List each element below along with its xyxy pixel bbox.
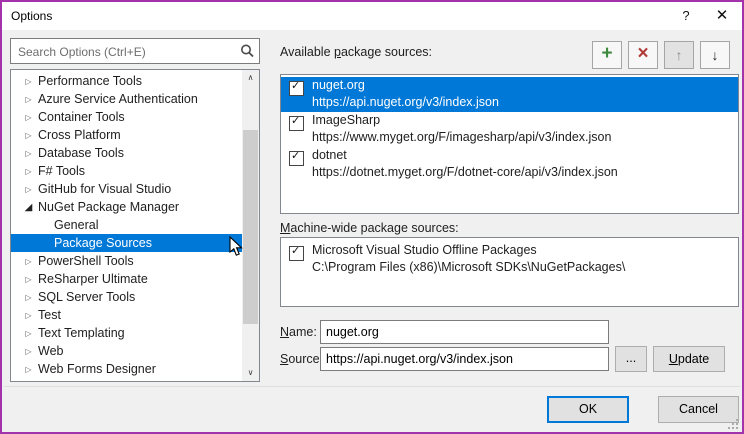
expand-icon[interactable]: ▷	[22, 293, 35, 302]
title-bar: Options ? ✕	[2, 2, 742, 30]
checkbox[interactable]: ✓	[289, 246, 304, 261]
package-sources-list: ✓ nuget.org https://api.nuget.org/v3/ind…	[280, 74, 739, 214]
move-down-button[interactable]: ↓	[700, 41, 730, 69]
arrow-up-icon: ↑	[665, 42, 693, 68]
expand-icon[interactable]: ▷	[22, 257, 35, 266]
options-tree: ▷Performance Tools ▷Azure Service Authen…	[10, 69, 260, 382]
expand-icon[interactable]: ▷	[22, 131, 35, 140]
source-item-imagesharp[interactable]: ✓ ImageSharp https://www.myget.org/F/ima…	[281, 112, 738, 147]
tree-item-web-performance-test-tools[interactable]: ▷Web Performance Test Tools	[11, 378, 259, 382]
scroll-down-icon[interactable]: ∨	[242, 365, 259, 381]
tree-item-general[interactable]: General	[11, 216, 259, 234]
search-box	[10, 38, 260, 64]
source-label: Source:	[280, 352, 323, 366]
close-button[interactable]: ✕	[706, 2, 738, 30]
tree-item-performance-tools[interactable]: ▷Performance Tools	[11, 72, 259, 90]
plus-icon: +	[593, 42, 621, 66]
options-dialog: Options ? ✕ ▷Performance Tools ▷Azure Se…	[0, 0, 744, 434]
arrow-down-icon: ↓	[701, 42, 729, 68]
source-item-nuget-org[interactable]: ✓ nuget.org https://api.nuget.org/v3/ind…	[281, 77, 738, 112]
move-up-button[interactable]: ↑	[664, 41, 694, 69]
check-icon: ✓	[291, 245, 300, 258]
check-icon: ✓	[291, 115, 300, 128]
tree-scrollbar[interactable]: ∧ ∨	[242, 70, 259, 381]
search-input[interactable]	[16, 41, 232, 63]
x-icon: ×	[629, 42, 657, 66]
window-title: Options	[11, 9, 52, 23]
name-label: Name:	[280, 325, 317, 339]
tree-item-web-forms-designer[interactable]: ▷Web Forms Designer	[11, 360, 259, 378]
name-field[interactable]	[320, 320, 609, 344]
tree-item-web[interactable]: ▷Web	[11, 342, 259, 360]
tree-item-cross-platform[interactable]: ▷Cross Platform	[11, 126, 259, 144]
collapse-icon[interactable]: ◢	[22, 202, 35, 213]
expand-icon[interactable]: ▷	[22, 113, 35, 122]
tree-item-container-tools[interactable]: ▷Container Tools	[11, 108, 259, 126]
source-item-dotnet[interactable]: ✓ dotnet https://dotnet.myget.org/F/dotn…	[281, 147, 738, 182]
check-icon: ✓	[291, 80, 300, 93]
expand-icon[interactable]: ▷	[22, 167, 35, 176]
source-field[interactable]	[320, 347, 609, 371]
search-icon	[239, 43, 255, 59]
checkbox[interactable]: ✓	[289, 151, 304, 166]
expand-icon[interactable]: ▷	[22, 185, 35, 194]
remove-source-button[interactable]: ×	[628, 41, 658, 69]
tree-item-nuget-package-manager[interactable]: ◢NuGet Package Manager	[11, 198, 259, 216]
expand-icon[interactable]: ▷	[22, 95, 35, 104]
tree-item-fsharp-tools[interactable]: ▷F# Tools	[11, 162, 259, 180]
scrollbar-thumb[interactable]	[243, 130, 258, 324]
tree-item-database-tools[interactable]: ▷Database Tools	[11, 144, 259, 162]
ok-button[interactable]: OK	[547, 396, 629, 423]
expand-icon[interactable]: ▷	[22, 149, 35, 158]
tree-item-text-templating[interactable]: ▷Text Templating	[11, 324, 259, 342]
expand-icon[interactable]: ▷	[22, 311, 35, 320]
expand-icon[interactable]: ▷	[22, 275, 35, 284]
expand-icon[interactable]: ▷	[22, 365, 35, 374]
tree-item-package-sources[interactable]: Package Sources	[11, 234, 259, 252]
tree-item-test[interactable]: ▷Test	[11, 306, 259, 324]
machine-wide-sources-label: Machine-wide package sources:	[280, 221, 459, 235]
checkbox[interactable]: ✓	[289, 116, 304, 131]
expand-icon[interactable]: ▷	[22, 347, 35, 356]
tree-item-resharper-ultimate[interactable]: ▷ReSharper Ultimate	[11, 270, 259, 288]
tree-item-azure-service-authentication[interactable]: ▷Azure Service Authentication	[11, 90, 259, 108]
tree-item-sql-server-tools[interactable]: ▷SQL Server Tools	[11, 288, 259, 306]
scroll-up-icon[interactable]: ∧	[242, 70, 259, 86]
expand-icon[interactable]: ▷	[22, 329, 35, 338]
expand-icon[interactable]: ▷	[22, 77, 35, 86]
tree-item-github-for-visual-studio[interactable]: ▷GitHub for Visual Studio	[11, 180, 259, 198]
available-package-sources-label: Available package sources:	[280, 45, 432, 59]
source-item-vs-offline-packages[interactable]: ✓ Microsoft Visual Studio Offline Packag…	[281, 242, 738, 277]
machine-wide-sources-list: ✓ Microsoft Visual Studio Offline Packag…	[280, 237, 739, 307]
update-button[interactable]: Update	[653, 346, 725, 372]
footer-separator	[4, 386, 740, 387]
check-icon: ✓	[291, 150, 300, 163]
browse-button[interactable]: ...	[615, 346, 647, 372]
help-button[interactable]: ?	[670, 2, 702, 30]
checkbox[interactable]: ✓	[289, 81, 304, 96]
add-source-button[interactable]: +	[592, 41, 622, 69]
tree-item-powershell-tools[interactable]: ▷PowerShell Tools	[11, 252, 259, 270]
resize-grip[interactable]	[725, 416, 738, 429]
